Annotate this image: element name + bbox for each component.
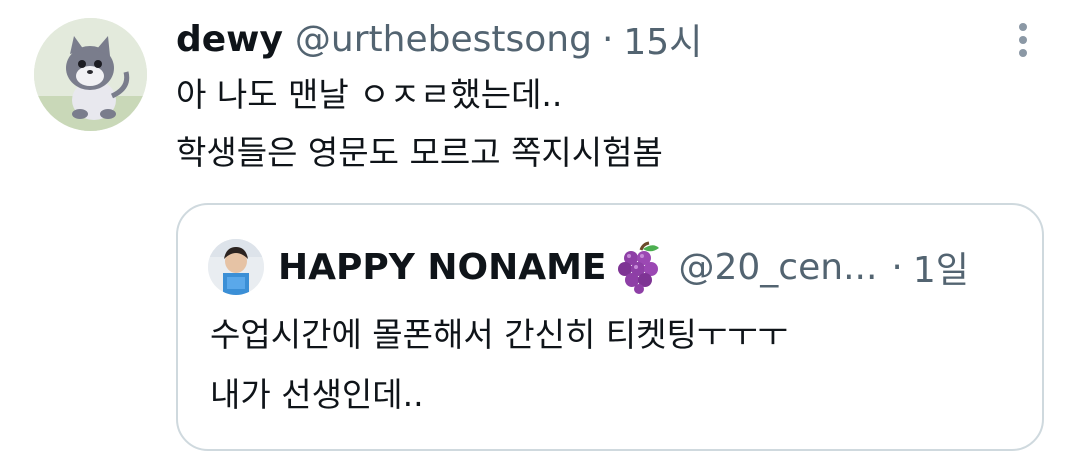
- tweet-timestamp[interactable]: 15시: [623, 13, 702, 65]
- quoted-author-display-name: HAPPY NONAME: [278, 246, 607, 288]
- grapes-emoji-icon: [613, 240, 667, 294]
- quoted-author-avatar: [208, 239, 264, 295]
- quoted-tweet-timestamp: 1일: [912, 250, 969, 291]
- tweet-header: dewy @urthebestsong · 15시: [176, 14, 702, 64]
- quoted-tweet-header: HAPPY NONAME @20_cen... · 1일: [208, 239, 969, 295]
- tweet-text-line: 아 나도 맨날 ㅇㅈㄹ했는데..: [176, 75, 563, 114]
- more-options-button[interactable]: [1008, 18, 1038, 62]
- tweet[interactable]: dewy @urthebestsong · 15시 아 나도 맨날 ㅇㅈㄹ했는데…: [0, 0, 1080, 473]
- author-avatar[interactable]: [34, 18, 147, 131]
- quoted-tweet-text-line: 내가 선생인데..: [210, 375, 424, 414]
- quoted-tweet-card[interactable]: HAPPY NONAME @20_cen... · 1일 수업시간에 몰폰해서 …: [176, 203, 1044, 451]
- author-display-name[interactable]: dewy: [176, 19, 283, 60]
- quoted-author-handle: @20_cen...: [678, 246, 878, 288]
- quoted-tweet-text: 수업시간에 몰폰해서 간신히 티켓팅ㅜㅜㅜ 내가 선생인데..: [210, 305, 1030, 425]
- tweet-text: 아 나도 맨날 ㅇㅈㄹ했는데.. 학생들은 영문도 모르고 쪽지시험봄: [176, 66, 1036, 182]
- separator-dot: ·: [601, 18, 614, 60]
- person-avatar-icon: [208, 239, 264, 295]
- author-handle[interactable]: @urthebestsong: [295, 19, 592, 60]
- separator-dot: ·: [891, 246, 903, 288]
- tweet-text-line: 학생들은 영문도 모르고 쪽지시험봄: [176, 133, 663, 172]
- cartoon-cat-avatar-icon: [34, 18, 147, 131]
- quoted-tweet-text-line: 수업시간에 몰폰해서 간신히 티켓팅ㅜㅜㅜ: [210, 315, 788, 354]
- more-vertical-icon: [1019, 23, 1027, 57]
